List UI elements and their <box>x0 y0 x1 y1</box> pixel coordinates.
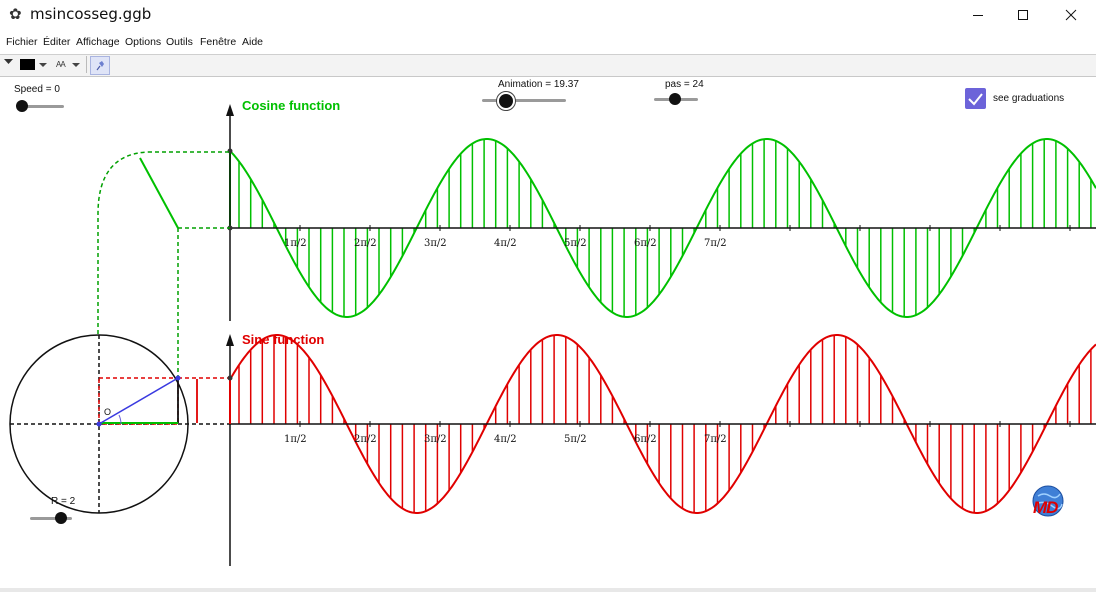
menu-affichage[interactable]: Affichage <box>76 36 120 49</box>
origin-label: O <box>104 407 112 417</box>
axis-ticks <box>299 225 1071 427</box>
radius-slider-knob[interactable] <box>55 512 67 524</box>
text-size-button[interactable]: AA <box>54 58 84 72</box>
speed-slider-label: Speed = 0 <box>14 84 60 95</box>
window-title: msincosseg.ggb <box>30 5 152 23</box>
animation-slider-label: Animation = 19.37 <box>498 79 579 90</box>
menu-bar: Fichier Éditer Affichage Options Outils … <box>0 33 1096 53</box>
sine-start-point <box>227 375 233 381</box>
menu-editer[interactable]: Éditer <box>43 36 70 49</box>
cosine-y-arrow <box>226 104 234 116</box>
pin-icon <box>96 61 104 71</box>
sin-tick-label: 2π/2 <box>354 434 377 445</box>
rotating-point[interactable] <box>175 375 181 381</box>
cosine-projection-segment <box>139 157 179 229</box>
close-icon <box>1065 9 1077 21</box>
maximize-icon <box>1018 10 1028 20</box>
toolbar-divider <box>86 56 87 73</box>
menu-outils[interactable]: Outils <box>166 36 193 49</box>
sine-y-arrow <box>226 334 234 346</box>
chevron-down-icon <box>39 63 47 67</box>
menu-options[interactable]: Options <box>125 36 161 49</box>
animation-slider-knob[interactable] <box>499 94 513 108</box>
md-logo-text: MD <box>1033 498 1058 517</box>
maximize-button[interactable] <box>1000 0 1046 30</box>
circle-center-point <box>96 421 102 427</box>
pas-slider-knob[interactable] <box>669 93 681 105</box>
cosine-title: Cosine function <box>242 98 341 113</box>
window-bottom-border <box>0 588 1096 592</box>
title-bar: ✿ msincosseg.ggb <box>0 0 1096 30</box>
cos-tick-label: 7π/2 <box>704 238 727 249</box>
menu-fichier[interactable]: Fichier <box>6 36 38 49</box>
sin-tick-label: 5π/2 <box>564 434 587 445</box>
speed-slider-knob[interactable] <box>16 100 28 112</box>
pas-slider-label: pas = 24 <box>665 79 704 90</box>
color-swatch <box>20 59 35 70</box>
menu-fenetre[interactable]: Fenêtre <box>200 36 236 49</box>
cos-tick-label: 4π/2 <box>494 238 517 249</box>
minimize-icon <box>973 15 983 16</box>
sin-tick-label: 4π/2 <box>494 434 517 445</box>
graduations-checkbox[interactable] <box>965 88 986 109</box>
pin-button[interactable] <box>90 56 110 75</box>
checkmark-icon <box>968 93 983 106</box>
animation-slider-track[interactable] <box>482 99 566 102</box>
sin-tick-label: 3π/2 <box>424 434 447 445</box>
sin-tick-label: 6π/2 <box>634 434 657 445</box>
chevron-down-icon <box>72 63 80 67</box>
cosine-projection-arc <box>97 151 149 334</box>
cos-tick-label: 6π/2 <box>634 238 657 249</box>
graphics-view[interactable]: Cosine function Sine function 1π/2 2π/2 … <box>0 76 1096 588</box>
graduations-checkbox-label[interactable]: see graduations <box>993 93 1064 105</box>
cos-tick-label: 3π/2 <box>424 238 447 249</box>
toolbar-collapse-icon[interactable] <box>4 59 13 65</box>
text-size-glyph: AA <box>56 60 66 69</box>
sine-title: Sine function <box>242 332 325 347</box>
radius-slider-label: R = 2 <box>51 496 76 507</box>
md-logo: MD <box>1030 484 1066 520</box>
style-toolbar: AA <box>0 54 1096 77</box>
close-button[interactable] <box>1048 0 1094 30</box>
minimize-button[interactable] <box>955 0 1001 30</box>
cos-tick-label: 5π/2 <box>564 238 587 249</box>
menu-aide[interactable]: Aide <box>242 36 263 49</box>
cos-tick-label: 1π/2 <box>284 238 307 249</box>
cos-tick-label: 2π/2 <box>354 238 377 249</box>
function-plot[interactable] <box>0 76 1096 588</box>
sin-tick-label: 1π/2 <box>284 434 307 445</box>
color-picker-button[interactable] <box>18 59 48 72</box>
geogebra-app-icon: ✿ <box>9 5 22 23</box>
sin-tick-label: 7π/2 <box>704 434 727 445</box>
